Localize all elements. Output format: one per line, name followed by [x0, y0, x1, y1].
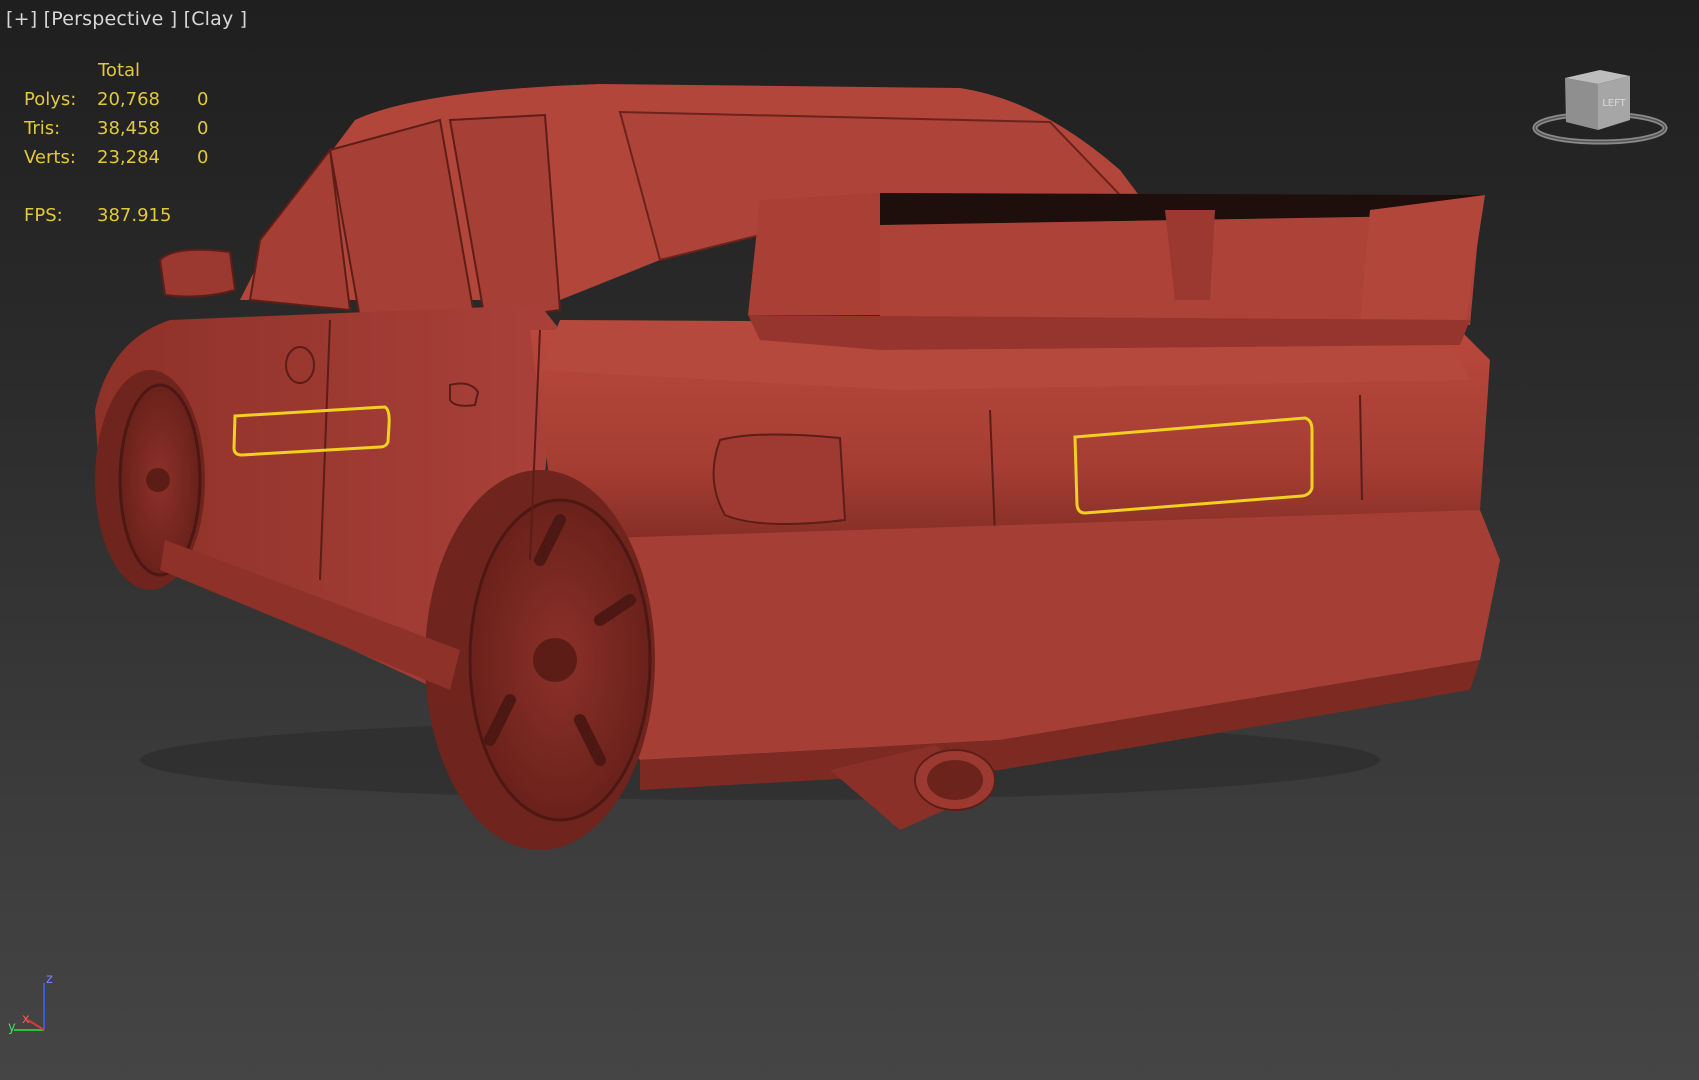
stats-selected: 0	[197, 118, 209, 139]
stats-total: 20,768	[97, 89, 160, 110]
rear-bumper	[545, 510, 1500, 760]
viewport-label: [+] [Perspective ] [Clay ]	[6, 8, 247, 30]
side-mirror	[158, 248, 237, 298]
viewport-shading-button[interactable]: [Clay ]	[184, 8, 248, 30]
axis-y-label: y	[8, 1020, 16, 1035]
stats-label: Tris:	[24, 118, 61, 139]
viewcube-face-label: LEFT	[1602, 98, 1626, 109]
fps-label: FPS:	[24, 205, 63, 226]
stats-selected: 0	[197, 89, 209, 110]
stats-selected: 0	[197, 147, 209, 168]
axis-tripod-icon: z x y	[8, 972, 53, 1035]
stats-total: 38,458	[97, 118, 160, 139]
axis-x-label: x	[22, 1012, 30, 1027]
stats-header: Total	[98, 60, 141, 81]
rear-wheel	[425, 470, 655, 850]
viewport-view-button[interactable]: [Perspective ]	[44, 8, 178, 30]
car-model[interactable]	[95, 84, 1500, 850]
rear-spoiler	[748, 193, 1485, 350]
axis-z-label: z	[46, 972, 53, 987]
stats-label: Polys:	[24, 89, 77, 110]
stats-label: Verts:	[24, 147, 76, 168]
viewcube-icon[interactable]: LEFT	[1530, 60, 1680, 160]
stats-total: 23,284	[97, 147, 160, 168]
viewport-scene[interactable]	[0, 0, 1699, 1080]
taillight	[712, 433, 847, 525]
fps-value: 387.915	[97, 205, 172, 226]
viewport-menu-button[interactable]: [+]	[6, 8, 37, 30]
